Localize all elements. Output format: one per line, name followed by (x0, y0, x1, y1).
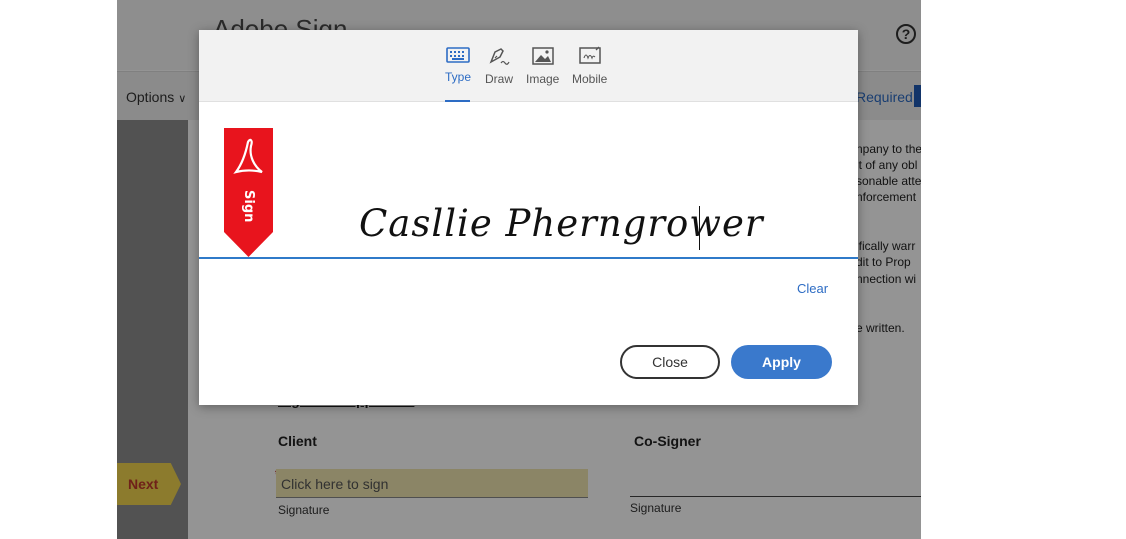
tab-type[interactable]: Type (445, 46, 471, 84)
signature-method-tabs: Type Draw Image Mobile (199, 30, 858, 102)
tab-draw-label: Draw (485, 72, 514, 86)
apply-button[interactable]: Apply (731, 345, 832, 379)
banner-sign-label: Sign (241, 190, 256, 223)
tab-type-label: Type (445, 70, 472, 84)
active-tab-indicator (445, 100, 470, 102)
signature-dialog: Type Draw Image Mobile Sign Casllie Pher… (199, 30, 858, 405)
signature-baseline (199, 257, 858, 259)
mobile-signature-icon (578, 46, 601, 64)
close-button[interactable]: Close (620, 345, 720, 379)
typed-signature-input[interactable]: Casllie Pherngrower (359, 202, 764, 245)
tab-image[interactable]: Image (526, 46, 559, 86)
adobe-sign-banner: Sign (224, 128, 273, 257)
image-icon (531, 47, 554, 65)
keyboard-icon (446, 47, 470, 63)
pen-icon (489, 48, 510, 65)
tab-draw[interactable]: Draw (485, 46, 513, 86)
tab-mobile-label: Mobile (572, 72, 608, 86)
clear-link[interactable]: Clear (797, 281, 828, 296)
tab-image-label: Image (526, 72, 560, 86)
tab-mobile[interactable]: Mobile (572, 46, 607, 86)
text-cursor (699, 206, 700, 250)
